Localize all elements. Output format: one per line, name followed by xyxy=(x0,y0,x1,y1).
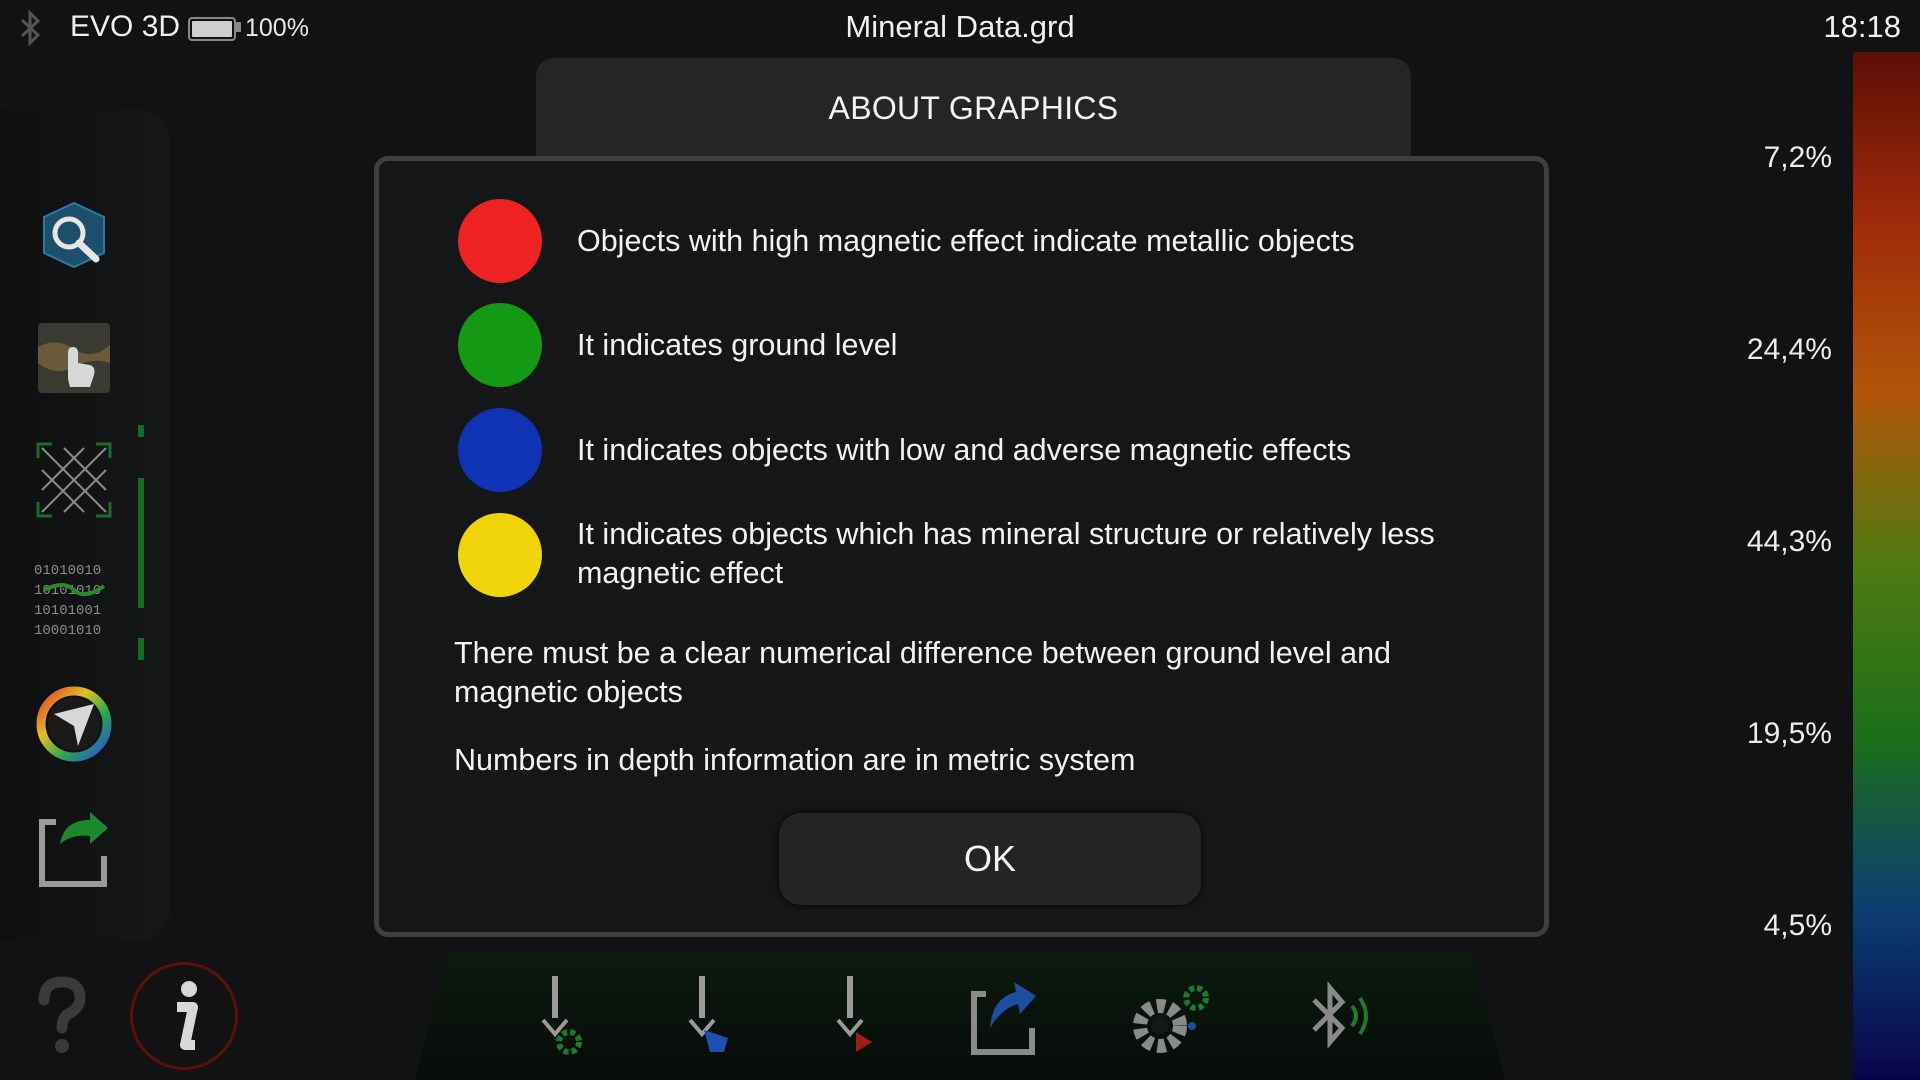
about-graphics-dialog: Objects with high magnetic effect indica… xyxy=(374,156,1549,937)
probe-settings-icon[interactable] xyxy=(505,968,605,1068)
legend-text-blue: It indicates objects with low and advers… xyxy=(577,433,1352,467)
level-meter-top xyxy=(138,425,144,437)
info-icon xyxy=(177,981,198,1050)
3d-view-icon[interactable] xyxy=(34,195,114,275)
help-icon xyxy=(38,976,86,1053)
level-meter-bottom xyxy=(138,638,144,660)
scale-label-5: 4,5% xyxy=(1763,909,1832,942)
bluetooth-connect-icon[interactable] xyxy=(1290,968,1390,1068)
scale-label-2: 24,4% xyxy=(1746,333,1832,366)
color-wheel-icon[interactable] xyxy=(34,684,114,764)
green-dot-icon xyxy=(458,303,542,387)
dialog-title: ABOUT GRAPHICS xyxy=(828,90,1119,126)
scale-label-1: 7,2% xyxy=(1763,141,1832,174)
level-meter xyxy=(138,478,144,608)
export-file-icon[interactable] xyxy=(34,808,114,888)
yellow-dot-icon xyxy=(458,513,542,597)
probe-hand-icon[interactable] xyxy=(652,968,752,1068)
share-icon[interactable] xyxy=(956,968,1056,1068)
svg-text:10101001: 10101001 xyxy=(34,603,101,619)
svg-text:10001010: 10001010 xyxy=(34,623,101,639)
settings-icon[interactable] xyxy=(1120,968,1220,1068)
legend-text-green: It indicates ground level xyxy=(577,328,898,362)
red-dot-icon xyxy=(458,199,542,283)
color-scale-bar xyxy=(1853,52,1920,1080)
clock: 18:18 xyxy=(1823,9,1901,44)
legend-text-yellow: It indicates objects which has mineral s… xyxy=(577,517,1435,590)
dialog-header: ABOUT GRAPHICS xyxy=(536,58,1411,170)
probe-play-icon[interactable] xyxy=(800,968,900,1068)
scale-label-3: 44,3% xyxy=(1746,525,1832,558)
binary-data-icon[interactable]: 01010010 10101010 10101001 10001010 xyxy=(34,560,114,640)
legend-text-red: Objects with high magnetic effect indica… xyxy=(577,224,1355,258)
info-button[interactable] xyxy=(130,962,238,1070)
grid-filter-icon[interactable] xyxy=(34,440,114,520)
scale-label-4: 19,5% xyxy=(1746,717,1832,750)
svg-text:01010010: 01010010 xyxy=(34,563,101,579)
file-name: Mineral Data.grd xyxy=(845,9,1075,44)
note-ground-level: There must be a clear numerical differen… xyxy=(454,636,1392,709)
help-button[interactable] xyxy=(8,962,114,1068)
blue-dot-icon xyxy=(458,408,542,492)
status-bar: EVO 3D 100% Mineral Data.grd 18:18 xyxy=(0,0,1920,56)
hand-scan-icon[interactable] xyxy=(34,317,114,397)
ok-button[interactable]: OK xyxy=(779,813,1201,905)
note-metric-system: Numbers in depth information are in metr… xyxy=(454,743,1136,777)
